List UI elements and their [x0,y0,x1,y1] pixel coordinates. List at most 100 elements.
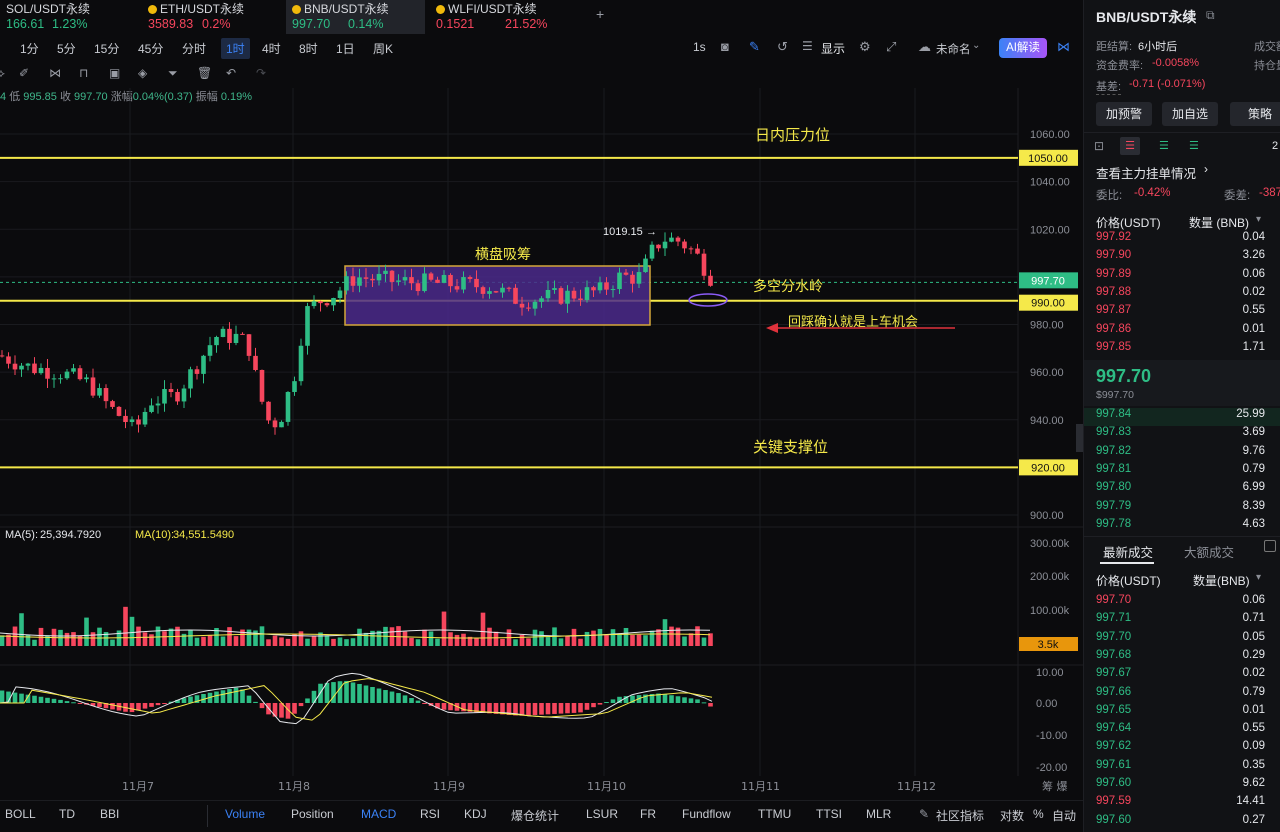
candle-body [558,288,564,304]
candle-body [162,389,167,404]
annotation-support[interactable]: 关键支撑位 [753,438,828,456]
volume-bar [448,632,453,646]
candle-body [220,328,226,337]
volume-bar [279,637,284,646]
trades-tab[interactable]: 最新成交 [1103,542,1153,561]
candle-body [597,282,603,291]
indicator-tab-1[interactable]: Position [291,807,334,821]
candle [51,374,57,388]
price-tag-label: 920.00 [1031,462,1065,474]
annotation-resistance[interactable]: 日内压力位 [755,126,830,144]
indicator-tab-6[interactable]: LSUR [586,807,618,821]
candle-body [318,301,323,304]
bid-row[interactable]: 997.82 9.76 [1084,445,1280,463]
candle [649,241,655,261]
orderbook-both-icon[interactable]: ⊡ [1094,139,1104,153]
bid-row[interactable]: 997.83 3.69 [1084,426,1280,444]
ask-row[interactable]: 997.90 3.26 [1084,249,1280,267]
bid-row[interactable]: 997.81 0.79 [1084,463,1280,481]
candle [90,368,96,398]
auto-toggle[interactable]: 自动 [1052,807,1076,824]
trade-qty: 14.41 [1236,795,1265,808]
macd-dea-line [0,678,713,721]
depth-link[interactable]: 查看主力挂单情况 [1096,163,1196,182]
date-label: 11月9 [433,780,465,793]
trade-col-qty[interactable]: 数量(BNB) [1193,572,1250,589]
ask-price: 997.85 [1096,340,1132,353]
big-trades-tab[interactable]: 大额成交 [1184,542,1234,561]
macd-bar [688,698,694,703]
indicator-tab-11[interactable]: MLR [866,807,891,821]
indicator-td[interactable]: TD [59,807,75,821]
indicator-tab-3[interactable]: RSI [420,807,440,821]
indicator-tab-8[interactable]: Fundflow [682,807,731,821]
candle-body [532,301,538,309]
ask-row[interactable]: 997.89 0.06 [1084,268,1280,286]
indicator-bbi[interactable]: BBI [100,807,119,821]
chevron-right-icon[interactable]: › [1204,162,1208,176]
indicator-tab-10[interactable]: TTSI [816,807,842,821]
col-qty-header[interactable]: 数量 (BNB) [1189,214,1249,231]
panel-collapse-handle[interactable] [1076,424,1083,452]
indicator-tab-4[interactable]: KDJ [464,807,487,821]
bid-row[interactable]: 997.79 8.39 [1084,500,1280,518]
candle-body [480,287,486,294]
divider [207,805,208,827]
macd-bar [240,689,245,703]
volume-bar [578,638,583,646]
macd-bar [110,703,115,710]
indicator-tab-7[interactable]: FR [640,807,656,821]
indicator-tab-0[interactable]: Volume [225,807,265,821]
copy-icon[interactable]: ⧉ [1206,8,1215,23]
bid-row[interactable]: 997.84 25.99 [1084,408,1280,426]
macd-bar [571,703,577,713]
indicator-tab-9[interactable]: TTMU [758,807,791,821]
orderbook-depth-icon[interactable]: ☰ [1189,139,1199,152]
annotation-consolidation[interactable]: 横盘吸筹 [475,246,531,263]
percent-toggle[interactable]: % [1033,807,1044,821]
ask-row[interactable]: 997.92 0.04 [1084,231,1280,249]
ask-row[interactable]: 997.85 1.71 [1084,341,1280,359]
trade-row: 997.67 0.02 [1084,667,1280,685]
bid-row[interactable]: 997.80 6.99 [1084,481,1280,499]
side-button-1[interactable]: 加自选 [1162,102,1218,126]
annotation-watershed[interactable]: 多空分水岭 [753,278,823,295]
indicator-tab-5[interactable]: 爆仓统计 [511,807,559,824]
ask-row[interactable]: 997.86 0.01 [1084,323,1280,341]
candle [311,295,317,309]
bid-row[interactable]: 997.78 4.63 [1084,518,1280,536]
macd-bar [363,685,369,703]
macd-bar [292,703,297,714]
price-axis-label: 980.00 [1030,320,1064,332]
indicator-boll[interactable]: BOLL [5,807,36,821]
annotation-pullback[interactable]: 回踩确认就是上车机会 [788,314,918,330]
candle [162,380,167,412]
macd-bar [441,703,447,710]
corner-buttons[interactable]: 筹 爆 [1042,779,1068,793]
edit-icon[interactable]: ✎ [919,807,929,821]
ask-row[interactable]: 997.88 0.02 [1084,286,1280,304]
community-indicators[interactable]: 社区指标 [936,807,984,824]
candle [279,420,284,428]
macd-bar [545,703,551,715]
volume-bar [344,639,349,646]
ask-row[interactable]: 997.87 0.55 [1084,304,1280,322]
side-button-0[interactable]: 加预警 [1096,102,1152,126]
checkbox[interactable] [1264,540,1276,552]
candle [669,232,674,243]
volume-bar [532,629,538,646]
volume-bar [311,636,317,646]
candle [220,326,226,338]
candle-body [0,355,5,357]
side-button-2[interactable]: 策略 [1230,102,1280,126]
indicator-tab-2[interactable]: MACD [361,807,396,821]
candle-body [272,420,278,428]
caret-down-icon[interactable]: ▾ [1256,572,1261,583]
candlestick-chart[interactable]: 1060.00 1040.00 1020.00 980.00 960.00 940.00 9… [0,0,1083,800]
orderbook-bids-icon[interactable]: ☰ [1159,139,1169,152]
depth-level[interactable]: 2 [1272,140,1278,152]
log-toggle[interactable]: 对数 [1000,807,1024,824]
orderbook-asks-icon[interactable]: ☰ [1120,137,1140,155]
caret-down-icon[interactable]: ▾ [1256,214,1261,225]
volume-bar [636,634,642,646]
